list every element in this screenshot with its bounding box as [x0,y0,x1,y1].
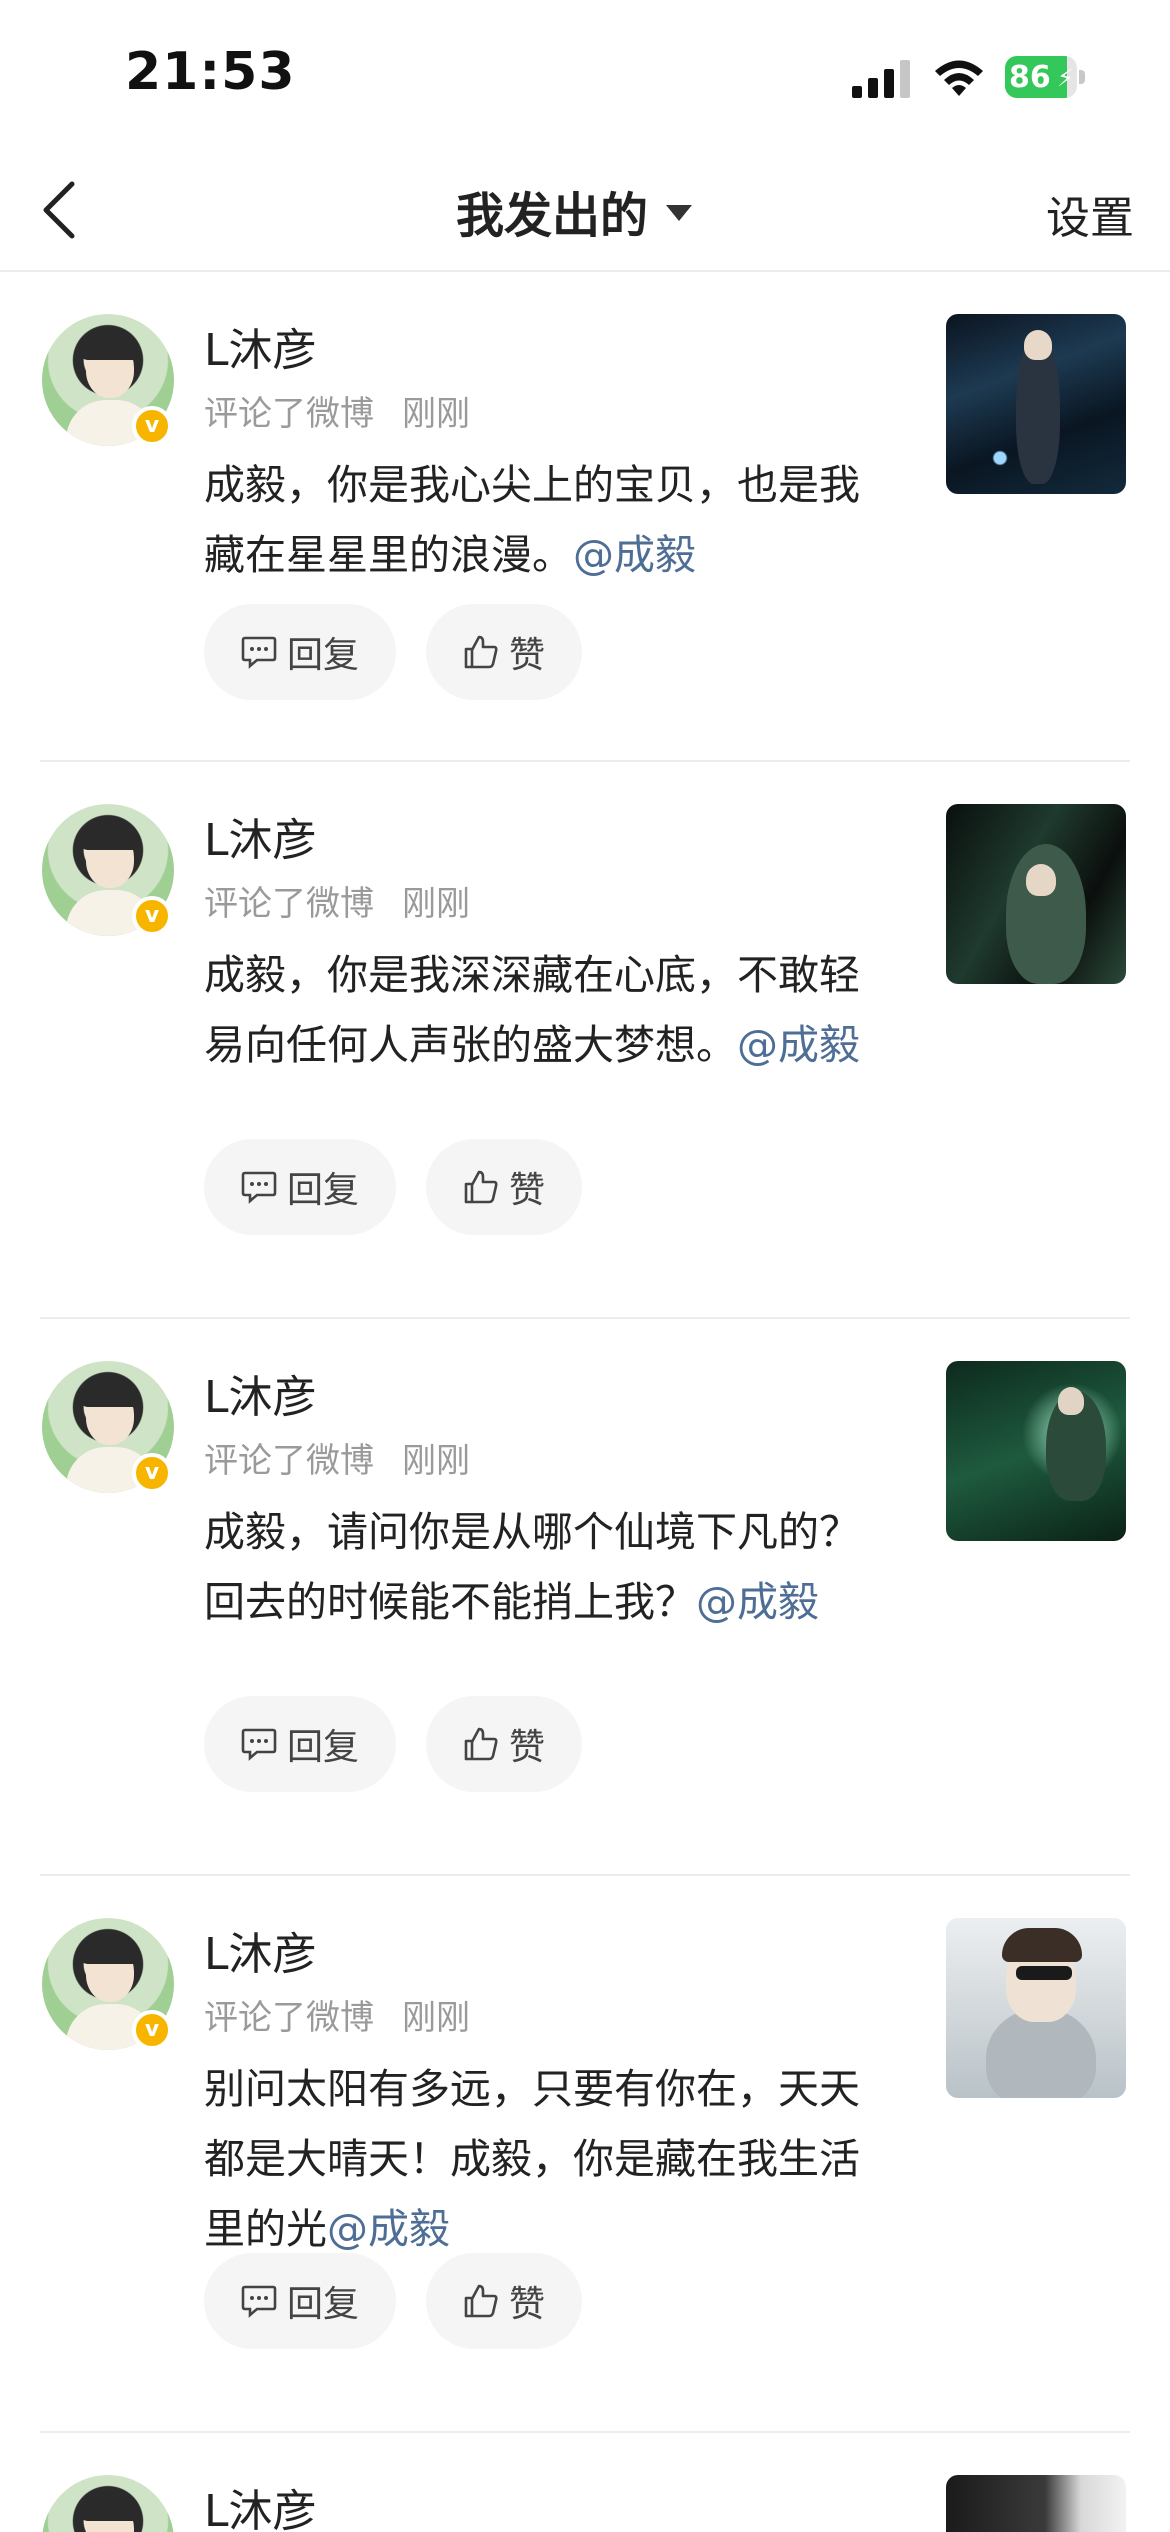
reply-button[interactable]: 回复 [204,1696,396,1792]
comment-text: 成毅，你是我深深藏在心底，不敢轻易向任何人声张的盛大梦想。@成毅 [204,940,884,1080]
avatar[interactable]: v [42,314,174,446]
user-name[interactable]: L沐彦 [204,804,317,868]
wifi-icon [935,60,983,96]
action-row: 回复 赞 [204,2253,582,2349]
post-thumbnail[interactable] [946,314,1126,494]
comment-meta: 评论了微博 刚刚 [204,386,470,435]
caret-down-icon [666,205,693,221]
timestamp: 刚刚 [402,884,470,924]
reply-label: 回复 [286,635,359,676]
reply-button[interactable]: 回复 [204,604,396,700]
verified-badge-icon: v [132,2010,172,2050]
comment-item[interactable]: v L沐彦 评论了微博 刚刚 成毅，请问你是从哪个仙境下凡的？回去的时候能不能捎上… [0,1319,1170,1876]
thumbs-up-icon [464,1170,498,1204]
avatar[interactable]: v [42,1361,174,1493]
mention-link[interactable]: @成毅 [737,1021,860,1069]
like-button[interactable]: 赞 [426,1139,582,1235]
comment-icon [241,1728,277,1761]
user-name[interactable]: L沐彦 [204,2475,317,2532]
action-row: 回复 赞 [204,1139,582,1235]
post-thumbnail[interactable] [946,1361,1126,1541]
reply-label: 回复 [286,1727,359,1768]
comment-text: 别问太阳有多远，只要有你在，天天都是大晴天！成毅，你是藏在我生活里的光@成毅 [204,2054,884,2264]
comment-icon [241,2285,277,2318]
comment-icon [241,636,277,669]
action-text: 评论了微博 [204,1441,374,1481]
avatar[interactable]: v [42,1918,174,2050]
avatar[interactable] [42,2475,174,2532]
like-button[interactable]: 赞 [426,2253,582,2349]
title-dropdown[interactable]: 我发出的 [456,178,693,244]
verified-badge-icon: v [132,896,172,936]
mention-link[interactable]: @成毅 [573,531,696,579]
comment-text: 成毅，请问你是从哪个仙境下凡的？回去的时候能不能捎上我？@成毅 [204,1497,884,1637]
comment-icon [241,1171,277,1204]
timestamp: 刚刚 [402,1998,470,2038]
chevron-left-icon [43,181,75,239]
comment-meta: 评论了微博 刚刚 [204,1990,470,2039]
reply-button[interactable]: 回复 [204,1139,396,1235]
user-name[interactable]: L沐彦 [204,314,317,378]
like-label: 赞 [508,1170,545,1211]
timestamp: 刚刚 [402,394,470,434]
thumbs-up-icon [464,2284,498,2318]
comment-body: 成毅，你是我心尖上的宝贝，也是我藏在星星里的浪漫。 [204,461,860,579]
action-text: 评论了微博 [204,884,374,924]
comment-meta: 评论了微博 刚刚 [204,876,470,925]
comment-body: 别问太阳有多远，只要有你在，天天都是大晴天！成毅，你是藏在我生活里的光 [204,2065,860,2253]
post-thumbnail[interactable] [946,804,1126,984]
page-title: 我发出的 [456,188,649,244]
user-name[interactable]: L沐彦 [204,1918,317,1982]
status-bar: 21:53 86 ⚡ [0,0,1170,150]
comment-item[interactable]: v L沐彦 评论了微博 刚刚 别问太阳有多远，只要有你在，天天都是大晴天！成毅，你… [0,1876,1170,2433]
reply-label: 回复 [286,1170,359,1211]
action-text: 评论了微博 [204,394,374,434]
like-label: 赞 [508,2284,545,2325]
action-text: 评论了微博 [204,1998,374,2038]
comment-item[interactable]: L沐彦 [0,2433,1170,2532]
battery-percent: 86 [1009,60,1051,95]
thumbs-up-icon [464,635,498,669]
verified-badge-icon: v [132,1453,172,1493]
reply-button[interactable]: 回复 [204,2253,396,2349]
like-label: 赞 [508,1727,545,1768]
user-name[interactable]: L沐彦 [204,1361,317,1425]
avatar[interactable]: v [42,804,174,936]
verified-badge-icon: v [132,406,172,446]
status-time: 21:53 [125,42,296,102]
post-thumbnail[interactable] [946,1918,1126,2098]
navigation-bar: 我发出的 设置 [0,150,1170,272]
like-button[interactable]: 赞 [426,604,582,700]
thumbs-up-icon [464,1727,498,1761]
comment-text: 成毅，你是我心尖上的宝贝，也是我藏在星星里的浪漫。@成毅 [204,450,884,590]
reply-label: 回复 [286,2284,359,2325]
timestamp: 刚刚 [402,1441,470,1481]
comment-item[interactable]: v L沐彦 评论了微博 刚刚 成毅，你是我深深藏在心底，不敢轻易向任何人声张的盛大… [0,762,1170,1319]
post-thumbnail[interactable] [946,2475,1126,2532]
comment-meta: 评论了微博 刚刚 [204,1433,470,1482]
comment-item[interactable]: v L沐彦 评论了微博 刚刚 成毅，你是我心尖上的宝贝，也是我藏在星星里的浪漫。@… [0,272,1170,762]
back-button[interactable] [28,170,88,250]
mention-link[interactable]: @成毅 [696,1578,819,1626]
mention-link[interactable]: @成毅 [327,2205,450,2253]
cellular-signal-icon [852,60,910,98]
battery-indicator: 86 ⚡ [1005,56,1085,98]
settings-button[interactable]: 设置 [1046,182,1134,246]
action-row: 回复 赞 [204,604,582,700]
comment-feed: v L沐彦 评论了微博 刚刚 成毅，你是我心尖上的宝贝，也是我藏在星星里的浪漫。@… [0,272,1170,2532]
like-button[interactable]: 赞 [426,1696,582,1792]
action-row: 回复 赞 [204,1696,582,1792]
charging-bolt-icon: ⚡ [1057,64,1074,92]
like-label: 赞 [508,635,545,676]
